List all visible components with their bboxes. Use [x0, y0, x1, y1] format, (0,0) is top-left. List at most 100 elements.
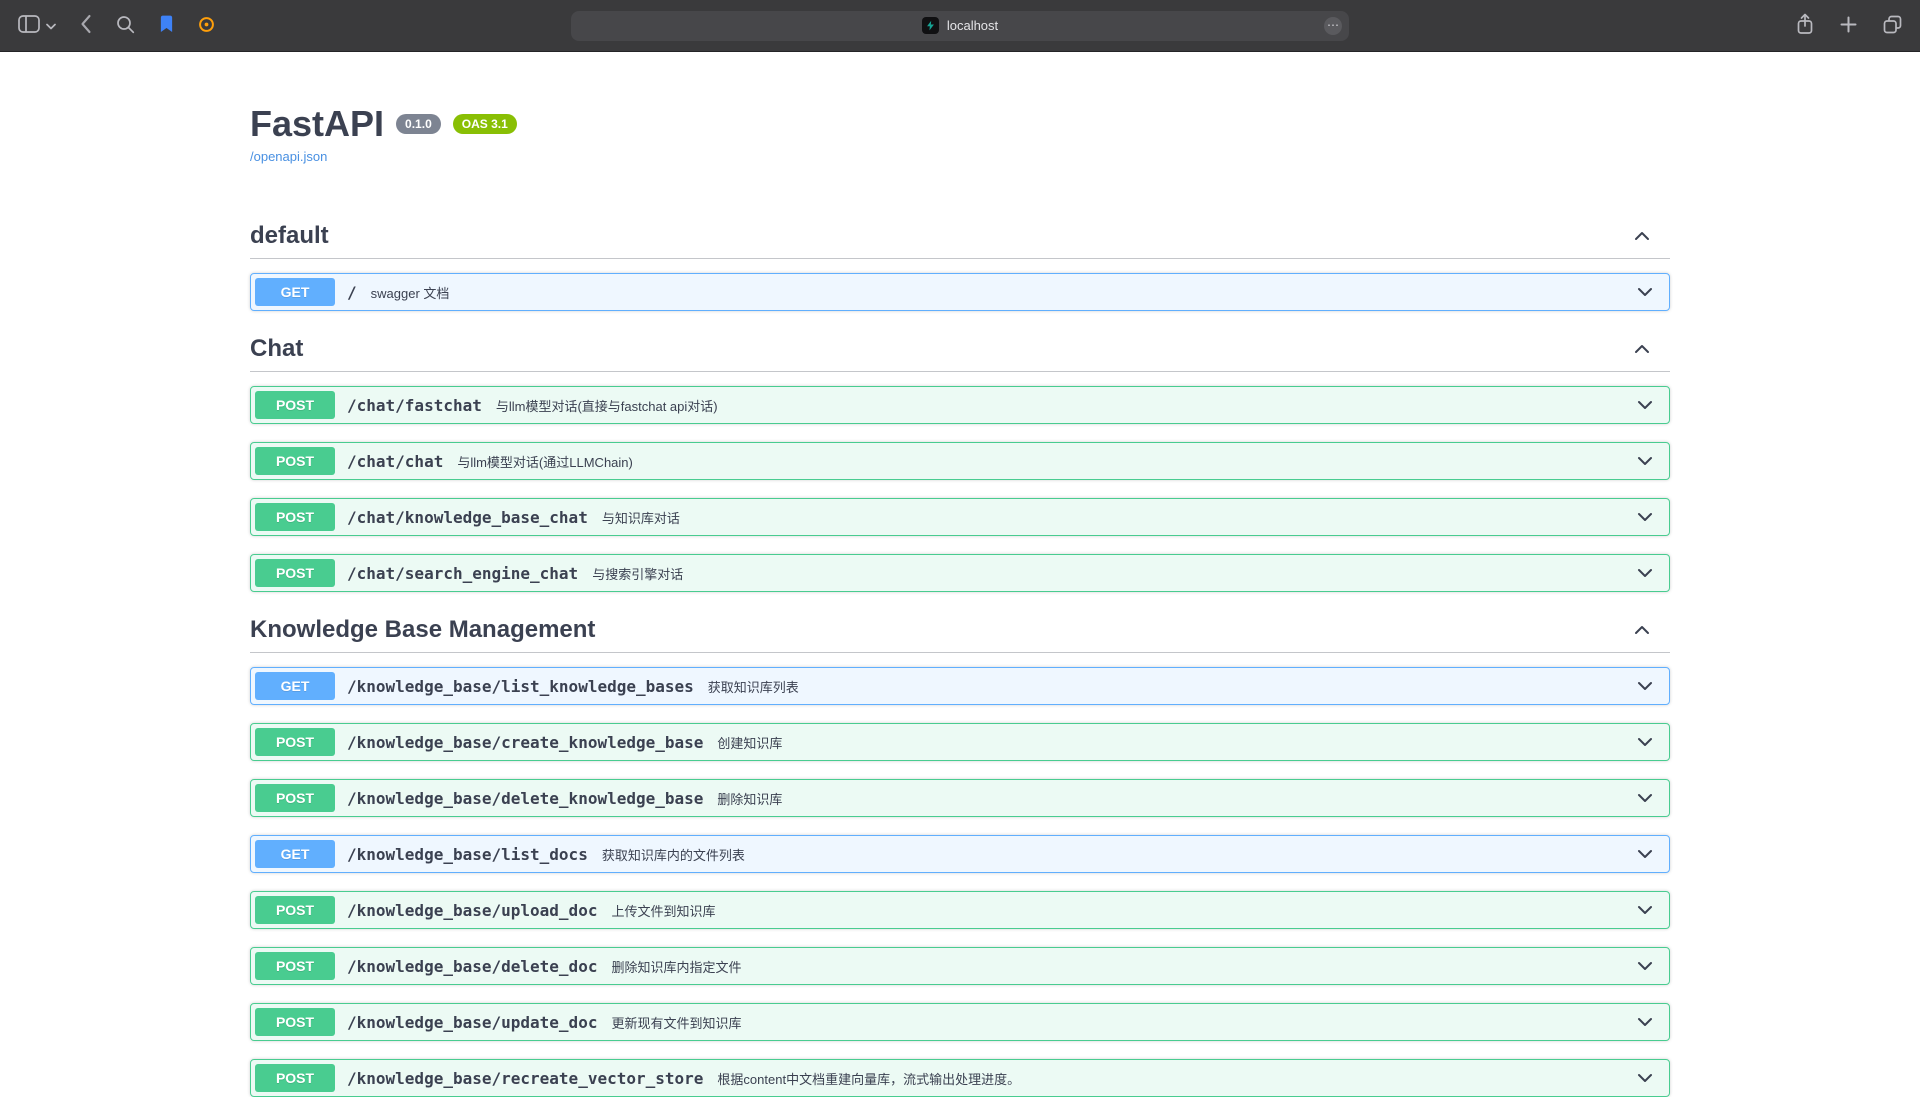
- toolbar-left-group: [18, 14, 215, 37]
- endpoint-row[interactable]: POST /knowledge_base/recreate_vector_sto…: [250, 1059, 1670, 1097]
- show-tabs-button[interactable]: [1883, 15, 1902, 37]
- endpoint-path: /chat/fastchat: [347, 396, 482, 415]
- api-info: FastAPI 0.1.0 OAS 3.1 /openapi.json: [250, 52, 1670, 212]
- expand-chevron-icon[interactable]: [1635, 900, 1655, 920]
- expand-chevron-icon[interactable]: [1635, 1012, 1655, 1032]
- expand-chevron-icon[interactable]: [1635, 732, 1655, 752]
- back-button[interactable]: [80, 14, 92, 37]
- endpoint-description: 与知识库对话: [602, 508, 1635, 527]
- endpoint-path: /knowledge_base/delete_doc: [347, 957, 597, 976]
- page-title: FastAPI: [250, 104, 384, 144]
- extension-blue-button[interactable]: [159, 15, 174, 36]
- endpoint-row[interactable]: POST /knowledge_base/create_knowledge_ba…: [250, 723, 1670, 761]
- expand-chevron-icon[interactable]: [1635, 676, 1655, 696]
- ellipsis-icon[interactable]: ⋯: [1324, 17, 1342, 35]
- expand-chevron-icon[interactable]: [1635, 956, 1655, 976]
- sections-container: default GET / swagger 文档 Chat POST /chat…: [250, 216, 1670, 1097]
- api-section: Knowledge Base Management GET /knowledge…: [250, 610, 1670, 1097]
- endpoint-path: /knowledge_base/list_knowledge_bases: [347, 677, 694, 696]
- collapse-chevron-icon[interactable]: [1632, 226, 1652, 246]
- endpoint-path: /knowledge_base/recreate_vector_store: [347, 1069, 703, 1088]
- endpoint-row[interactable]: GET / swagger 文档: [250, 273, 1670, 311]
- section-header[interactable]: Knowledge Base Management: [250, 610, 1670, 653]
- method-badge: POST: [255, 952, 335, 980]
- method-badge: POST: [255, 1008, 335, 1036]
- endpoint-row[interactable]: POST /knowledge_base/upload_doc 上传文件到知识库: [250, 891, 1670, 929]
- method-badge: GET: [255, 278, 335, 306]
- sidebar-icon: [18, 15, 40, 36]
- endpoint-path: /knowledge_base/upload_doc: [347, 901, 597, 920]
- endpoint-path: /chat/knowledge_base_chat: [347, 508, 588, 527]
- expand-chevron-icon[interactable]: [1635, 395, 1655, 415]
- section-header[interactable]: Chat: [250, 329, 1670, 372]
- collapse-chevron-icon[interactable]: [1632, 339, 1652, 359]
- endpoint-list: POST /chat/fastchat 与llm模型对话(直接与fastchat…: [250, 372, 1670, 592]
- expand-chevron-icon[interactable]: [1635, 563, 1655, 583]
- endpoint-path: /knowledge_base/update_doc: [347, 1013, 597, 1032]
- share-button[interactable]: [1796, 13, 1814, 38]
- endpoint-description: 获取知识库列表: [708, 677, 1635, 696]
- expand-chevron-icon[interactable]: [1635, 282, 1655, 302]
- section-header[interactable]: default: [250, 216, 1670, 259]
- method-badge: POST: [255, 391, 335, 419]
- api-section: Chat POST /chat/fastchat 与llm模型对话(直接与fas…: [250, 329, 1670, 592]
- method-badge: POST: [255, 559, 335, 587]
- section-title: default: [250, 222, 1632, 250]
- expand-chevron-icon[interactable]: [1635, 844, 1655, 864]
- endpoint-path: /chat/chat: [347, 452, 443, 471]
- endpoint-row[interactable]: GET /knowledge_base/list_knowledge_bases…: [250, 667, 1670, 705]
- collapse-chevron-icon[interactable]: [1632, 620, 1652, 640]
- expand-chevron-icon[interactable]: [1635, 1068, 1655, 1088]
- endpoint-description: 根据content中文档重建向量库，流式输出处理进度。: [717, 1069, 1635, 1088]
- endpoint-row[interactable]: POST /knowledge_base/delete_knowledge_ba…: [250, 779, 1670, 817]
- chevron-down-icon: [46, 18, 56, 33]
- tabs-overview-icon: [1883, 15, 1902, 37]
- oas-badge: OAS 3.1: [453, 114, 517, 134]
- swagger-page: FastAPI 0.1.0 OAS 3.1 /openapi.json defa…: [250, 52, 1670, 1097]
- endpoint-description: 与llm模型对话(直接与fastchat api对话): [496, 396, 1635, 415]
- endpoint-description: swagger 文档: [371, 283, 1635, 302]
- new-tab-button[interactable]: [1840, 16, 1857, 36]
- endpoint-description: 与llm模型对话(通过LLMChain): [457, 452, 1635, 471]
- method-badge: POST: [255, 784, 335, 812]
- url-text: localhost: [947, 18, 998, 33]
- site-favicon-icon: [922, 17, 939, 34]
- toolbar-right-group: [1796, 13, 1902, 38]
- endpoint-path: /knowledge_base/delete_knowledge_base: [347, 789, 703, 808]
- endpoint-path: /knowledge_base/create_knowledge_base: [347, 733, 703, 752]
- section-title: Knowledge Base Management: [250, 616, 1632, 644]
- method-badge: POST: [255, 447, 335, 475]
- orange-record-icon: [198, 16, 215, 36]
- address-bar[interactable]: localhost ⋯: [571, 11, 1349, 41]
- sidebar-chevron-button[interactable]: [46, 18, 56, 33]
- endpoint-row[interactable]: POST /chat/chat 与llm模型对话(通过LLMChain): [250, 442, 1670, 480]
- endpoint-description: 与搜索引擎对话: [592, 564, 1635, 583]
- expand-chevron-icon[interactable]: [1635, 507, 1655, 527]
- endpoint-description: 删除知识库内指定文件: [611, 957, 1635, 976]
- endpoint-path: /knowledge_base/list_docs: [347, 845, 588, 864]
- plus-icon: [1840, 16, 1857, 36]
- endpoint-row[interactable]: POST /knowledge_base/update_doc 更新现有文件到知…: [250, 1003, 1670, 1041]
- endpoint-description: 上传文件到知识库: [611, 901, 1635, 920]
- endpoint-row[interactable]: POST /chat/fastchat 与llm模型对话(直接与fastchat…: [250, 386, 1670, 424]
- expand-chevron-icon[interactable]: [1635, 788, 1655, 808]
- endpoint-list: GET /knowledge_base/list_knowledge_bases…: [250, 653, 1670, 1097]
- search-button[interactable]: [116, 15, 135, 37]
- endpoint-row[interactable]: POST /chat/knowledge_base_chat 与知识库对话: [250, 498, 1670, 536]
- endpoint-row[interactable]: POST /chat/search_engine_chat 与搜索引擎对话: [250, 554, 1670, 592]
- endpoint-row[interactable]: GET /knowledge_base/list_docs 获取知识库内的文件列…: [250, 835, 1670, 873]
- method-badge: POST: [255, 728, 335, 756]
- sidebar-toggle-button[interactable]: [18, 15, 40, 36]
- extension-orange-button[interactable]: [198, 16, 215, 36]
- method-badge: GET: [255, 840, 335, 868]
- endpoint-path: /chat/search_engine_chat: [347, 564, 578, 583]
- search-icon: [116, 15, 135, 37]
- openapi-json-link[interactable]: /openapi.json: [250, 149, 327, 164]
- share-icon: [1796, 13, 1814, 38]
- endpoint-row[interactable]: POST /knowledge_base/delete_doc 删除知识库内指定…: [250, 947, 1670, 985]
- expand-chevron-icon[interactable]: [1635, 451, 1655, 471]
- api-section: default GET / swagger 文档: [250, 216, 1670, 311]
- endpoint-path: /: [347, 283, 357, 302]
- method-badge: POST: [255, 503, 335, 531]
- chevron-left-icon: [80, 14, 92, 37]
